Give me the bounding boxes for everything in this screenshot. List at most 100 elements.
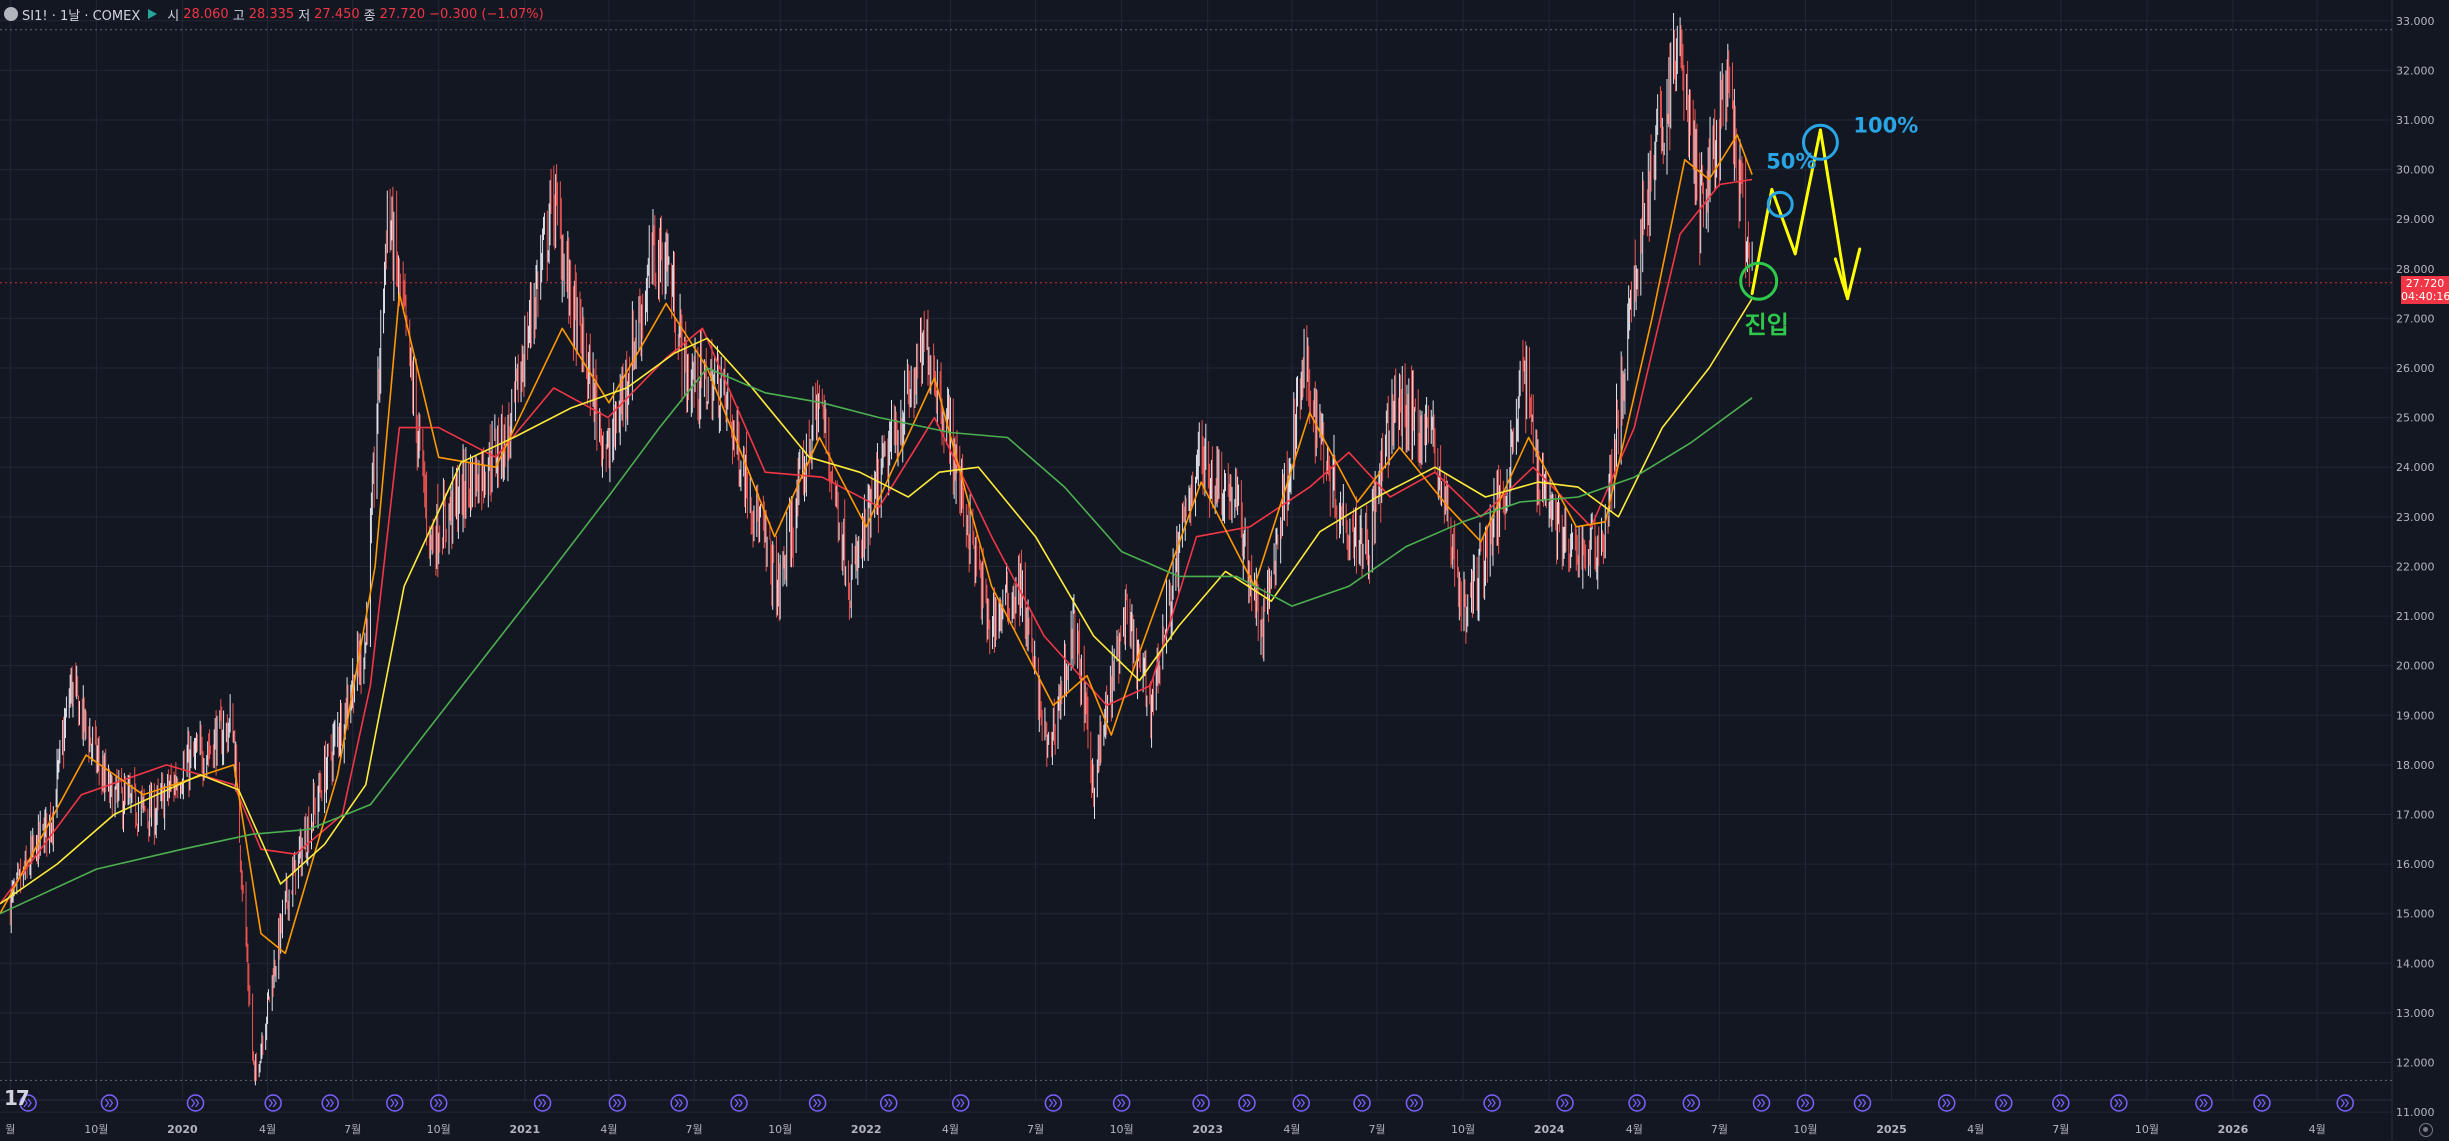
x-tick-label: 10월 (427, 1123, 451, 1136)
low-value: 27.450 (314, 6, 360, 22)
y-tick-label: 26.000 (2396, 362, 2435, 375)
x-tick-label: 2021 (509, 1123, 540, 1136)
x-tick-label: 10월 (1793, 1123, 1817, 1136)
event-marker-icon[interactable] (1682, 1094, 1701, 1112)
event-marker-icon[interactable] (1044, 1094, 1063, 1112)
x-tick-label: 4월 (942, 1123, 959, 1136)
x-tick-label: 2025 (1876, 1123, 1907, 1136)
silver-symbol-icon (4, 7, 18, 21)
moving-average-line (0, 134, 1753, 955)
symbol-title[interactable]: SI1! · 1날 · COMEX (22, 5, 140, 24)
open-value: 28.060 (183, 6, 229, 22)
event-marker-icon[interactable] (1853, 1094, 1872, 1112)
y-tick-label: 21.000 (2396, 610, 2435, 623)
market-open-flag-icon (148, 9, 158, 19)
event-marker-icon[interactable] (670, 1094, 688, 1112)
event-marker-icon[interactable] (808, 1094, 827, 1112)
x-tick-label: 2022 (851, 1123, 882, 1136)
x-tick-label: 4월 (1626, 1123, 1643, 1136)
tradingview-logo-icon[interactable]: 17 (4, 1086, 30, 1110)
x-tick-label: 7월 (1711, 1123, 1728, 1136)
y-tick-label: 28.000 (2396, 263, 2435, 276)
x-tick-label: 7월 (344, 1123, 361, 1136)
x-tick-label: 4월 (1283, 1123, 1300, 1136)
x-tick-label: 4월 (2309, 1123, 2326, 1136)
event-marker-icon[interactable] (1628, 1094, 1646, 1112)
event-marker-icon[interactable] (2336, 1094, 2354, 1112)
y-tick-label: 29.000 (2396, 213, 2435, 226)
event-marker-icon[interactable] (1292, 1094, 1310, 1112)
event-marker-icon[interactable] (186, 1094, 205, 1112)
x-tick-label: 2023 (1192, 1123, 1223, 1136)
close-label: 종 (363, 8, 376, 24)
y-tick-label: 15.000 (2396, 908, 2435, 921)
event-marker-icon[interactable] (1995, 1094, 2013, 1112)
event-marker-icon[interactable] (1752, 1094, 1771, 1112)
moving-average-line (0, 367, 1753, 915)
event-marker-icon[interactable] (2253, 1094, 2271, 1112)
close-value: 27.720 (379, 6, 426, 22)
event-marker-icon[interactable] (2110, 1094, 2128, 1112)
event-marker-icon[interactable] (2195, 1094, 2213, 1112)
event-marker-icon[interactable] (1937, 1094, 1956, 1112)
low-label: 저 (298, 8, 311, 24)
event-marker-icon[interactable] (100, 1094, 119, 1112)
x-tick-label: 7월 (1368, 1123, 1385, 1136)
y-tick-label: 25.000 (2396, 412, 2435, 425)
event-marker-icon[interactable] (1556, 1094, 1574, 1112)
projection-arrowhead (1846, 247, 1862, 301)
y-tick-label: 32.000 (2396, 64, 2435, 77)
high-value: 28.335 (248, 6, 295, 22)
event-marker-icon[interactable] (730, 1094, 748, 1112)
bar-countdown: 04:40:16 (2401, 289, 2449, 303)
chart-header: SI1! · 1날 · COMEX 시 28.060 고 28.335 저 27.45… (4, 4, 544, 24)
moving-average-line (0, 298, 1753, 905)
event-marker-icon[interactable] (386, 1094, 404, 1112)
y-tick-label: 17.000 (2396, 809, 2435, 822)
price-chart[interactable]: 33.000 32.000 31.000 30.000 29.000 28.000 27.0… (0, 0, 2449, 1141)
y-tick-label: 14.000 (2396, 957, 2435, 970)
open-label: 시 (167, 8, 180, 24)
y-tick-label: 30.000 (2396, 164, 2435, 177)
y-tick-label: 31.000 (2396, 114, 2435, 127)
event-marker-icon[interactable] (533, 1094, 552, 1112)
event-marker-icon[interactable] (264, 1094, 282, 1112)
chart-settings-icon[interactable] (2419, 1123, 2433, 1137)
event-marker-icon[interactable] (879, 1094, 898, 1112)
y-tick-label: 16.000 (2396, 858, 2435, 871)
event-marker-icon[interactable] (1192, 1094, 1210, 1112)
y-tick-label: 33.000 (2396, 15, 2435, 28)
x-tick-label: 4월 (259, 1123, 276, 1136)
x-tick-label: 10월 (84, 1123, 108, 1136)
target-annotation-label: 100% (1853, 113, 1918, 137)
last-price-tag: 27.720 04:40:16 (2401, 275, 2449, 304)
event-marker-icon[interactable] (321, 1094, 339, 1112)
y-tick-label: 27.000 (2396, 312, 2435, 325)
entry-annotation-label: 진입 (1745, 311, 1789, 339)
y-tick-label: 11.000 (2396, 1106, 2435, 1119)
event-marker-icon[interactable] (1238, 1094, 1256, 1112)
x-tick-label: 4월 (1967, 1123, 1984, 1136)
y-tick-label: 23.000 (2396, 511, 2435, 524)
y-tick-label: 20.000 (2396, 660, 2435, 673)
x-tick-label: 10월 (1110, 1123, 1134, 1136)
x-tick-label: 7월 (686, 1123, 703, 1136)
change-value: −0.300 (−1.07%) (429, 6, 544, 22)
x-tick-label: 4월 (600, 1123, 617, 1136)
x-tick-label: 10월 (2135, 1123, 2159, 1136)
x-tick-label: 10월 (1451, 1123, 1475, 1136)
y-tick-label: 22.000 (2396, 560, 2435, 573)
event-marker-icon[interactable] (1353, 1094, 1371, 1112)
x-tick-label: 7월 (1027, 1123, 1044, 1136)
event-marker-icon[interactable] (1405, 1094, 1424, 1112)
event-marker-icon[interactable] (951, 1094, 970, 1112)
x-tick-label: 2026 (2218, 1123, 2249, 1136)
event-marker-icon[interactable] (1483, 1094, 1501, 1112)
y-tick-label: 24.000 (2396, 461, 2435, 474)
x-tick-label: 10월 (768, 1123, 792, 1136)
x-tick-label: 2020 (167, 1123, 198, 1136)
y-tick-label: 18.000 (2396, 759, 2435, 772)
x-tick-label: 월 (5, 1123, 15, 1136)
y-tick-label: 13.000 (2396, 1007, 2435, 1020)
event-marker-icon[interactable] (608, 1094, 627, 1112)
